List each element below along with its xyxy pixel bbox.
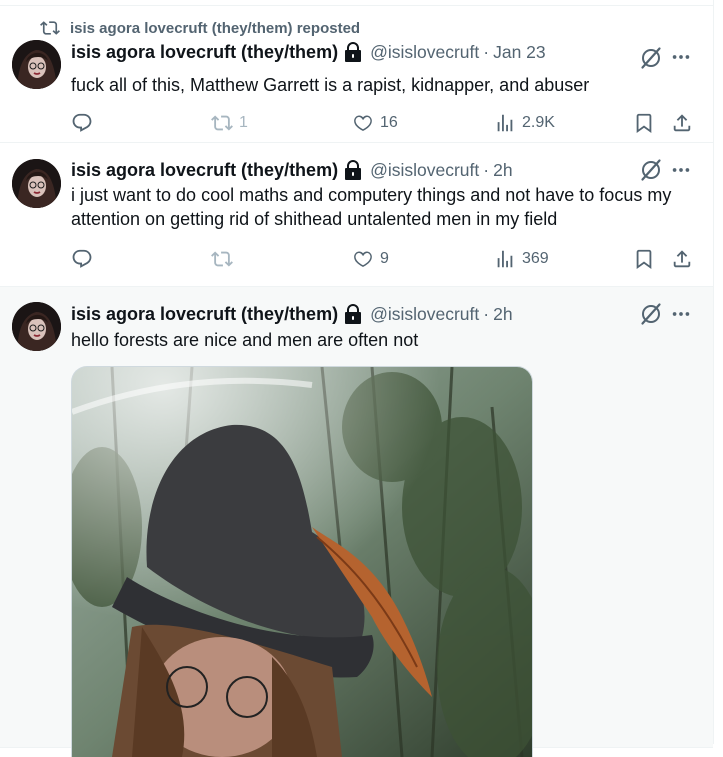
separator-dot: ·: [483, 159, 490, 180]
tweet-3[interactable]: isis agora lovecruft (they/them) @isislo…: [0, 287, 713, 757]
tweet-header: isis agora lovecruft (they/them) @isislo…: [71, 303, 623, 325]
repost-banner-text: isis agora lovecruft (they/them) reposte…: [70, 19, 361, 37]
tweet-text: hello forests are nice and men are often…: [71, 330, 419, 350]
avatar[interactable]: [12, 40, 61, 89]
more-icon[interactable]: [670, 159, 692, 181]
reply-button[interactable]: [71, 111, 99, 135]
share-button[interactable]: [671, 111, 693, 135]
reply-button[interactable]: [71, 247, 99, 271]
tweet-text: i just want to do cool maths and compute…: [71, 185, 672, 229]
separator-dot: ·: [483, 303, 490, 324]
author-handle[interactable]: @isislovecruft: [370, 42, 479, 63]
author-handle[interactable]: @isislovecruft: [370, 160, 479, 181]
timestamp[interactable]: 2h: [493, 304, 512, 325]
like-button[interactable]: 16: [352, 111, 398, 135]
author-handle[interactable]: @isislovecruft: [370, 304, 479, 325]
lock-icon: [344, 160, 362, 180]
repost-icon: [211, 248, 233, 270]
like-icon: [352, 248, 374, 270]
bookmark-button[interactable]: [633, 111, 655, 135]
repost-button[interactable]: [211, 247, 239, 271]
reply-icon: [71, 112, 93, 134]
view-count: 2.9K: [522, 114, 555, 131]
like-icon: [352, 112, 374, 134]
avatar[interactable]: [12, 159, 61, 208]
repost-icon: [40, 18, 60, 38]
tweet-1[interactable]: isis agora lovecruft (they/them) reposte…: [0, 6, 713, 143]
view-count: 369: [522, 250, 549, 267]
grok-icon[interactable]: [639, 302, 663, 326]
bookmark-icon: [633, 248, 655, 270]
views-button[interactable]: 369: [494, 247, 549, 271]
bookmark-button[interactable]: [633, 247, 655, 271]
author-name[interactable]: isis agora lovecruft (they/them): [71, 160, 338, 181]
more-icon[interactable]: [670, 46, 692, 68]
author-name[interactable]: isis agora lovecruft (they/them): [71, 304, 338, 325]
share-icon: [671, 112, 693, 134]
repost-button[interactable]: 1: [211, 111, 248, 135]
like-button[interactable]: 9: [352, 247, 389, 271]
more-icon[interactable]: [670, 303, 692, 325]
like-count: 9: [380, 250, 389, 267]
lock-icon: [344, 42, 362, 62]
views-icon: [494, 112, 516, 134]
tweet-header: isis agora lovecruft (they/them) @isislo…: [71, 41, 623, 63]
repost-count: 1: [239, 114, 248, 131]
timestamp[interactable]: 2h: [493, 160, 512, 181]
avatar[interactable]: [12, 302, 61, 351]
tweet-text: fuck all of this, Matthew Garrett is a r…: [71, 75, 590, 95]
grok-icon[interactable]: [639, 46, 663, 70]
tweet-actions: 1 16 2.9K: [71, 111, 696, 135]
repost-icon: [211, 112, 233, 134]
tweet-2[interactable]: isis agora lovecruft (they/them) @isislo…: [0, 143, 713, 287]
views-button[interactable]: 2.9K: [494, 111, 555, 135]
separator-dot: ·: [483, 41, 490, 62]
tweet-actions: 9 369: [71, 247, 696, 271]
lock-icon: [344, 304, 362, 324]
share-icon: [671, 248, 693, 270]
timestamp[interactable]: Jan 23: [493, 42, 546, 63]
author-name[interactable]: isis agora lovecruft (they/them): [71, 42, 338, 63]
reply-icon: [71, 248, 93, 270]
bookmark-icon: [633, 112, 655, 134]
forest-selfie-image: [72, 367, 532, 757]
repost-banner[interactable]: isis agora lovecruft (they/them) reposte…: [40, 19, 360, 37]
timeline-feed: isis agora lovecruft (they/them) reposte…: [0, 0, 714, 757]
like-count: 16: [380, 114, 398, 131]
tweet-photo[interactable]: [71, 366, 533, 757]
share-button[interactable]: [671, 247, 693, 271]
grok-icon[interactable]: [639, 158, 663, 182]
views-icon: [494, 248, 516, 270]
tweet-header: isis agora lovecruft (they/them) @isislo…: [71, 159, 623, 181]
